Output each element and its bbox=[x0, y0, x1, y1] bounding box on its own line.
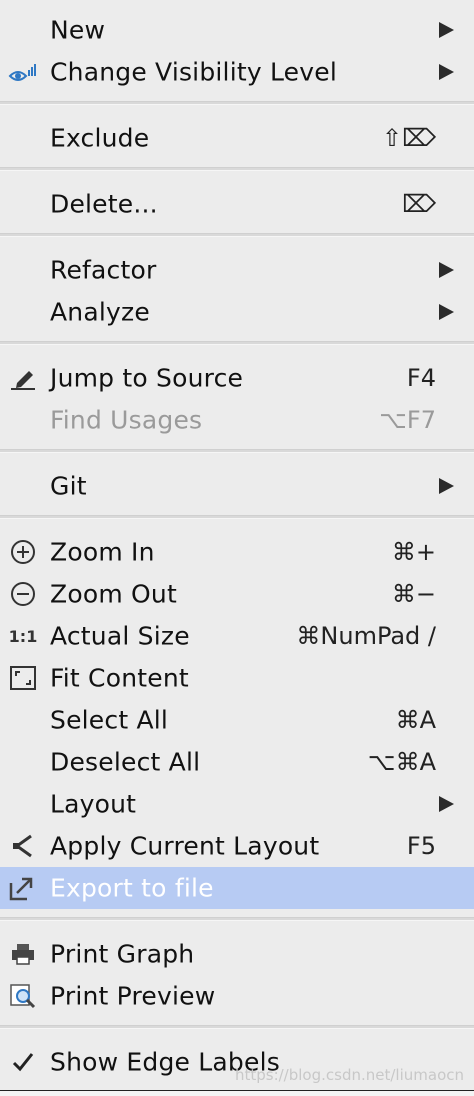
menu-item-label: Print Graph bbox=[50, 939, 195, 969]
menu-item-new[interactable]: New bbox=[0, 9, 474, 51]
menu-item-shortcut: F5 bbox=[406, 832, 436, 860]
menu-separator bbox=[0, 917, 474, 921]
submenu-arrow-icon bbox=[439, 22, 454, 38]
submenu-arrow-icon bbox=[439, 796, 454, 812]
menu-item-zoom-in[interactable]: Zoom In ⌘+ bbox=[0, 531, 474, 573]
menu-item-label: Jump to Source bbox=[50, 363, 244, 393]
menu-separator bbox=[0, 167, 474, 171]
menu-separator bbox=[0, 341, 474, 345]
pencil-icon bbox=[8, 363, 38, 393]
menu-item-shortcut: ⌘− bbox=[391, 580, 436, 608]
fit-content-icon bbox=[8, 663, 38, 693]
watermark-text: https://blog.csdn.net/liumaocn bbox=[234, 1066, 464, 1084]
menu-item-fit-content[interactable]: Fit Content bbox=[0, 657, 474, 699]
menu-item-label: Actual Size bbox=[50, 621, 190, 651]
actual-size-icon: 1:1 bbox=[8, 621, 38, 651]
zoom-out-icon bbox=[8, 579, 38, 609]
menu-item-exclude[interactable]: Exclude ⇧⌦ bbox=[0, 117, 474, 159]
menu-item-label: Analyze bbox=[50, 297, 150, 327]
menu-item-layout[interactable]: Layout bbox=[0, 783, 474, 825]
menu-item-label: Find Usages bbox=[50, 405, 203, 435]
menu-separator bbox=[0, 101, 474, 105]
menu-item-apply-current-layout[interactable]: Apply Current Layout F5 bbox=[0, 825, 474, 867]
menu-item-label: Select All bbox=[50, 705, 169, 735]
menu-item-label: Export to file bbox=[50, 873, 214, 903]
print-preview-icon bbox=[8, 981, 38, 1011]
menu-item-label: Zoom In bbox=[50, 537, 155, 567]
submenu-arrow-icon bbox=[439, 262, 454, 278]
menu-item-label: Exclude bbox=[50, 123, 150, 153]
menu-item-shortcut: ⌘NumPad / bbox=[296, 622, 436, 650]
menu-item-label: Apply Current Layout bbox=[50, 831, 320, 861]
menu-item-label: Fit Content bbox=[50, 663, 189, 693]
menu-separator bbox=[0, 515, 474, 519]
menu-item-git[interactable]: Git bbox=[0, 465, 474, 507]
menu-item-shortcut: ⇧⌦ bbox=[381, 124, 436, 152]
menu-item-change-visibility-level[interactable]: Change Visibility Level bbox=[0, 51, 474, 93]
menu-item-delete[interactable]: Delete... ⌦ bbox=[0, 183, 474, 225]
printer-icon bbox=[8, 939, 38, 969]
menu-item-label: Git bbox=[50, 471, 87, 501]
submenu-arrow-icon bbox=[439, 64, 454, 80]
menu-item-actual-size[interactable]: 1:1 Actual Size ⌘NumPad / bbox=[0, 615, 474, 657]
menu-item-label: Deselect All bbox=[50, 747, 201, 777]
checkmark-icon bbox=[8, 1047, 38, 1077]
menu-separator bbox=[0, 449, 474, 453]
actual-size-icon-text: 1:1 bbox=[8, 626, 38, 646]
submenu-arrow-icon bbox=[439, 478, 454, 494]
menu-item-label: Change Visibility Level bbox=[50, 57, 337, 87]
apply-layout-icon bbox=[8, 831, 38, 861]
bottom-edge-strip bbox=[0, 1090, 474, 1096]
menu-item-refactor[interactable]: Refactor bbox=[0, 249, 474, 291]
submenu-arrow-icon bbox=[439, 304, 454, 320]
context-menu: New Change Visibility Level Exclude ⇧⌦ D… bbox=[0, 0, 474, 1096]
menu-item-shortcut: ⌘+ bbox=[391, 538, 436, 566]
menu-item-export-to-file[interactable]: Export to file bbox=[0, 867, 474, 909]
menu-item-label: Refactor bbox=[50, 255, 157, 285]
menu-separator bbox=[0, 1025, 474, 1029]
menu-item-shortcut: F4 bbox=[406, 364, 436, 392]
menu-item-print-graph[interactable]: Print Graph bbox=[0, 933, 474, 975]
menu-item-deselect-all[interactable]: Deselect All ⌥⌘A bbox=[0, 741, 474, 783]
menu-item-shortcut: ⌥⌘A bbox=[367, 748, 436, 776]
menu-item-print-preview[interactable]: Print Preview bbox=[0, 975, 474, 1017]
eye-visibility-icon bbox=[8, 57, 38, 87]
menu-item-shortcut: ⌥F7 bbox=[379, 406, 436, 434]
menu-item-jump-to-source[interactable]: Jump to Source F4 bbox=[0, 357, 474, 399]
menu-item-label: Print Preview bbox=[50, 981, 216, 1011]
menu-item-find-usages: Find Usages ⌥F7 bbox=[0, 399, 474, 441]
export-icon bbox=[8, 873, 38, 903]
menu-item-zoom-out[interactable]: Zoom Out ⌘− bbox=[0, 573, 474, 615]
menu-item-select-all[interactable]: Select All ⌘A bbox=[0, 699, 474, 741]
menu-item-label: Zoom Out bbox=[50, 579, 177, 609]
menu-item-shortcut: ⌘A bbox=[395, 706, 436, 734]
zoom-in-icon bbox=[8, 537, 38, 567]
menu-item-shortcut: ⌦ bbox=[402, 190, 436, 218]
menu-item-label: New bbox=[50, 15, 106, 45]
menu-separator bbox=[0, 233, 474, 237]
menu-item-analyze[interactable]: Analyze bbox=[0, 291, 474, 333]
menu-item-label: Layout bbox=[50, 789, 137, 819]
menu-item-label: Delete... bbox=[50, 189, 158, 219]
